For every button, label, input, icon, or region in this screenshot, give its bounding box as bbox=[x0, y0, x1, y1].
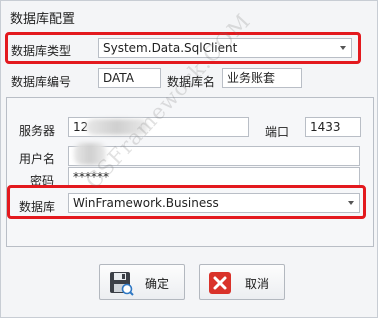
redacted-user bbox=[74, 143, 106, 165]
chevron-down-icon[interactable] bbox=[340, 46, 346, 50]
dialog-title: 数据库配置 bbox=[10, 12, 76, 27]
chevron-down-icon[interactable] bbox=[348, 201, 354, 205]
db-type-value: System.Data.SqlClient bbox=[103, 41, 238, 55]
port-input[interactable]: 1433 bbox=[305, 117, 361, 137]
database-select[interactable]: WinFramework.Business bbox=[68, 193, 360, 213]
db-config-dialog: 数据库配置 数据库类型 System.Data.SqlClient 数据库编号 … bbox=[0, 0, 378, 318]
database-value: WinFramework.Business bbox=[73, 196, 219, 210]
database-label: 数据库 bbox=[19, 200, 56, 214]
user-label: 用户名 bbox=[19, 152, 56, 166]
db-type-label: 数据库类型 bbox=[11, 44, 72, 58]
server-label: 服务器 bbox=[19, 124, 56, 138]
db-name-label: 数据库名 bbox=[167, 75, 216, 89]
port-label: 端口 bbox=[265, 125, 290, 139]
ok-button[interactable]: 确定 bbox=[99, 264, 185, 300]
db-type-select[interactable]: System.Data.SqlClient bbox=[98, 38, 352, 58]
user-input[interactable] bbox=[68, 146, 360, 166]
db-name-input[interactable]: 业务账套 bbox=[222, 68, 302, 88]
save-icon bbox=[110, 272, 134, 296]
cancel-button[interactable]: 取消 bbox=[199, 264, 285, 300]
close-icon bbox=[209, 272, 231, 294]
ok-button-label: 确定 bbox=[145, 277, 170, 291]
db-number-label: 数据库编号 bbox=[11, 75, 72, 89]
password-input[interactable]: ****** bbox=[68, 167, 360, 187]
cancel-button-label: 取消 bbox=[245, 277, 270, 291]
redacted-server bbox=[86, 119, 148, 135]
db-number-input[interactable]: DATA bbox=[98, 68, 161, 88]
